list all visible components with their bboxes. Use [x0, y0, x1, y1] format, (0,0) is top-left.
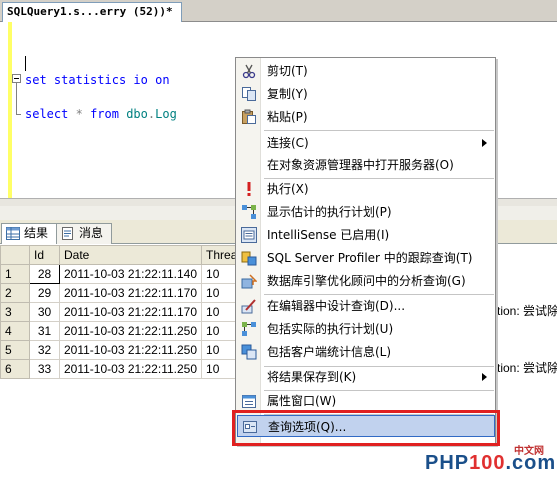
cell-id[interactable]: 29 [29, 283, 60, 303]
paste-icon [242, 109, 256, 124]
estimated-plan-icon [242, 205, 256, 219]
table-row[interactable]: 4 31 2011-10-03 21:22:11.250 10 [0, 321, 250, 341]
cell-id[interactable]: 28 [29, 264, 60, 284]
table-row[interactable]: 2 29 2011-10-03 21:22:11.170 10 [0, 283, 250, 303]
menu-item-cut[interactable]: 剪切(T) [237, 60, 495, 82]
menu-item-properties-window[interactable]: 属性窗口(W) [237, 390, 495, 412]
row-number[interactable]: 2 [0, 283, 30, 303]
cell-date[interactable]: 2011-10-03 21:22:11.170 [58, 302, 203, 322]
cell-id[interactable]: 30 [29, 302, 60, 322]
menu-item-execute-label: 执行(X) [267, 182, 309, 196]
tuning-advisor-icon [241, 274, 257, 289]
menu-item-connection[interactable]: 连接(C) [237, 132, 495, 154]
query-document-tab[interactable]: SQLQuery1.s...erry (52))* [2, 2, 182, 22]
client-stats-icon [241, 344, 257, 360]
menu-item-results-to[interactable]: 将结果保存到(K) [237, 366, 495, 388]
menu-item-include-actual-plan[interactable]: 包括实际的执行计划(U) [237, 318, 495, 340]
cell-date[interactable]: 2011-10-03 21:22:11.140 [58, 264, 203, 284]
menu-item-design-query-label: 在编辑器中设计查询(D)... [267, 299, 406, 313]
menu-item-include-client-statistics[interactable]: 包括客户端统计信息(L) [237, 341, 495, 363]
menu-item-open-server-in-object-explorer[interactable]: 在对象资源管理器中打开服务器(O) [237, 154, 495, 176]
properties-icon [242, 395, 256, 408]
menu-item-estimated-plan-label: 显示估计的执行计划(P) [267, 205, 392, 219]
highlight-callout [232, 410, 500, 446]
actual-plan-icon [242, 322, 256, 336]
menu-item-connection-label: 连接(C) [267, 136, 309, 150]
tab-results-label: 结果 [24, 226, 49, 240]
menu-item-analyze-in-tuning-advisor[interactable]: 数据库引擎优化顾问中的分析查询(G) [237, 270, 495, 292]
cell-message-fragment[interactable]: tion: 尝试除以 [497, 359, 557, 378]
cell-date[interactable]: 2011-10-03 21:22:11.250 [58, 340, 203, 360]
intellisense-icon [241, 227, 257, 243]
grid-header-row: Id Date Thread [0, 245, 250, 265]
column-header-rownum[interactable] [0, 245, 30, 265]
menu-item-intellisense-label: IntelliSense 已启用(I) [267, 228, 390, 242]
table-row[interactable]: 1 28 2011-10-03 21:22:11.140 10 [0, 264, 250, 284]
table-row[interactable]: 6 33 2011-10-03 21:22:11.250 10 [0, 359, 250, 379]
menu-item-copy[interactable]: 复制(Y) [237, 83, 495, 105]
outline-line [16, 83, 17, 115]
execute-icon [247, 182, 251, 196]
row-number[interactable]: 5 [0, 340, 30, 360]
menu-item-tuning-advisor-label: 数据库引擎优化顾问中的分析查询(G) [267, 274, 466, 288]
column-header-id[interactable]: Id [29, 245, 60, 265]
tab-results[interactable]: 结果 [1, 223, 58, 244]
menu-item-cut-label: 剪切(T) [267, 64, 308, 78]
table-row[interactable]: 5 32 2011-10-03 21:22:11.250 10 [0, 340, 250, 360]
submenu-arrow-icon [482, 139, 487, 147]
cell-date[interactable]: 2011-10-03 21:22:11.250 [58, 359, 203, 379]
watermark-logo: PHP100.com [425, 452, 557, 474]
menu-item-results-to-label: 将结果保存到(K) [267, 370, 357, 384]
tab-messages-label: 消息 [79, 226, 104, 240]
menu-item-copy-label: 复制(Y) [267, 87, 308, 101]
editor-context-menu: 剪切(T) 复制(Y) 粘贴(P) 连接(C) 在对象资源管理器中打开服务器(O… [235, 57, 496, 445]
text-caret [25, 56, 26, 71]
messages-icon [62, 227, 73, 240]
menu-item-properties-label: 属性窗口(W) [267, 394, 337, 408]
scissors-icon [242, 64, 256, 79]
collapse-outline-icon[interactable] [12, 74, 21, 83]
menu-item-intellisense[interactable]: IntelliSense 已启用(I) [237, 224, 495, 246]
cell-date[interactable]: 2011-10-03 21:22:11.250 [58, 321, 203, 341]
cell-date[interactable]: 2011-10-03 21:22:11.170 [58, 283, 203, 303]
change-margin [8, 22, 12, 198]
cell-id[interactable]: 32 [29, 340, 60, 360]
submenu-arrow-icon [482, 373, 487, 381]
design-query-icon [241, 299, 256, 314]
menu-item-design-query-in-editor[interactable]: 在编辑器中设计查询(D)... [237, 295, 495, 317]
cell-id[interactable]: 31 [29, 321, 60, 341]
cell-message-fragment[interactable]: tion: 尝试除以 [497, 302, 557, 321]
row-number[interactable]: 1 [0, 264, 30, 284]
menu-item-actual-plan-label: 包括实际的执行计划(U) [267, 322, 394, 336]
menu-item-client-stats-label: 包括客户端统计信息(L) [267, 345, 392, 359]
code-line-2: select * from dbo.Log [25, 107, 177, 121]
menu-item-trace-in-profiler[interactable]: SQL Server Profiler 中的跟踪查询(T) [237, 247, 495, 269]
outline-end [16, 114, 21, 115]
results-table: Id Date Thread 1 28 2011-10-03 21:22:11.… [0, 245, 250, 379]
row-number[interactable]: 4 [0, 321, 30, 341]
menu-item-profiler-label: SQL Server Profiler 中的跟踪查询(T) [267, 251, 473, 265]
menu-item-open-server-label: 在对象资源管理器中打开服务器(O) [267, 158, 454, 172]
code-line-1: set statistics io on [25, 73, 170, 87]
menu-item-execute[interactable]: 执行(X) [237, 178, 495, 200]
menu-item-paste[interactable]: 粘贴(P) [237, 106, 495, 128]
menu-item-display-estimated-plan[interactable]: 显示估计的执行计划(P) [237, 201, 495, 223]
document-tab-bar: SQLQuery1.s...erry (52))* [0, 0, 557, 22]
column-header-date[interactable]: Date [58, 245, 203, 265]
grid-icon [6, 227, 20, 240]
tab-messages[interactable]: 消息 [56, 223, 113, 244]
menu-separator [264, 130, 494, 131]
profiler-icon [241, 251, 257, 266]
table-row[interactable]: 3 30 2011-10-03 21:22:11.170 10 [0, 302, 250, 322]
menu-item-paste-label: 粘贴(P) [267, 110, 308, 124]
row-number[interactable]: 6 [0, 359, 30, 379]
copy-icon [242, 87, 256, 101]
cell-id[interactable]: 33 [29, 359, 60, 379]
row-number[interactable]: 3 [0, 302, 30, 322]
